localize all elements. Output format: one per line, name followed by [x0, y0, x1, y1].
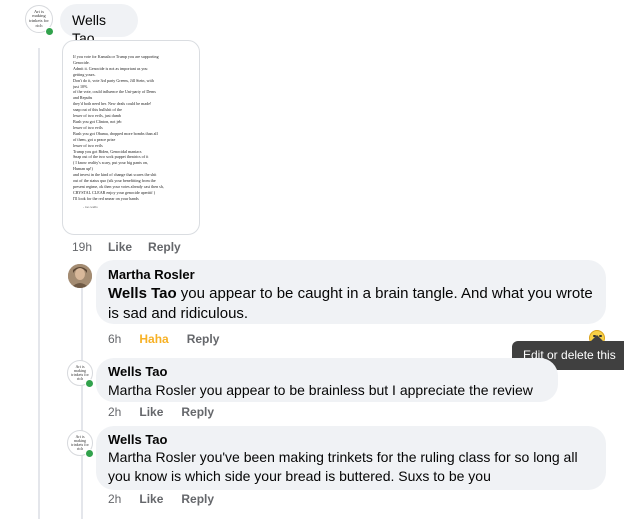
poem-line: I'll look for the red smear on your hand… [73, 195, 139, 201]
reply-button[interactable]: Reply [181, 405, 214, 419]
comment-author[interactable]: Wells Tao [108, 364, 546, 379]
poem-text: If you vote for Kamala or Trump you are … [73, 54, 193, 202]
online-status-dot [85, 379, 94, 388]
online-status-dot [85, 449, 94, 458]
comment-text: Martha Rosler you've been making trinket… [108, 449, 578, 484]
comment-actions: 2h Like Reply [108, 405, 214, 419]
thread-line [38, 48, 40, 519]
comment-timestamp[interactable]: 2h [108, 405, 121, 419]
comment-timestamp[interactable]: 2h [108, 492, 121, 506]
avatar[interactable] [68, 264, 92, 288]
like-button[interactable]: Like [108, 240, 132, 254]
comment-bubble: Martha Rosler Wells Tao you appear to be… [96, 260, 606, 324]
poem-signature: - tao wells [83, 204, 98, 209]
like-button[interactable]: Like [139, 405, 163, 419]
reply-button[interactable]: Reply [181, 492, 214, 506]
reply-button[interactable]: Reply [187, 332, 220, 346]
post-timestamp[interactable]: 19h [72, 240, 92, 254]
comment-author[interactable]: Wells Tao [108, 432, 594, 447]
comment-actions: 6h Haha Reply [108, 332, 219, 346]
reply-button[interactable]: Reply [148, 240, 181, 254]
mention-link[interactable]: Wells Tao [108, 285, 177, 302]
poem-image[interactable]: If you vote for Kamala or Trump you are … [62, 40, 200, 235]
profile-photo-icon [68, 264, 92, 288]
comment-bubble: Wells Tao Martha Rosler you've been maki… [96, 426, 606, 490]
comment-author[interactable]: Martha Rosler [108, 267, 594, 282]
comment-actions: 2h Like Reply [108, 492, 214, 506]
like-button[interactable]: Like [139, 492, 163, 506]
post-actions: 19h Like Reply [72, 240, 181, 254]
online-status-dot [45, 27, 54, 36]
post-author-bubble: Wells Tao [60, 4, 138, 46]
comment-timestamp[interactable]: 6h [108, 332, 121, 346]
comment-text: Wells Tao you appear to be caught in a b… [108, 285, 593, 322]
comment-bubble: Wells Tao Martha Rosler you appear to be… [96, 358, 558, 402]
haha-reaction-button[interactable]: Haha [139, 332, 168, 346]
comment-text: Martha Rosler you appear to be brainless… [108, 382, 533, 398]
